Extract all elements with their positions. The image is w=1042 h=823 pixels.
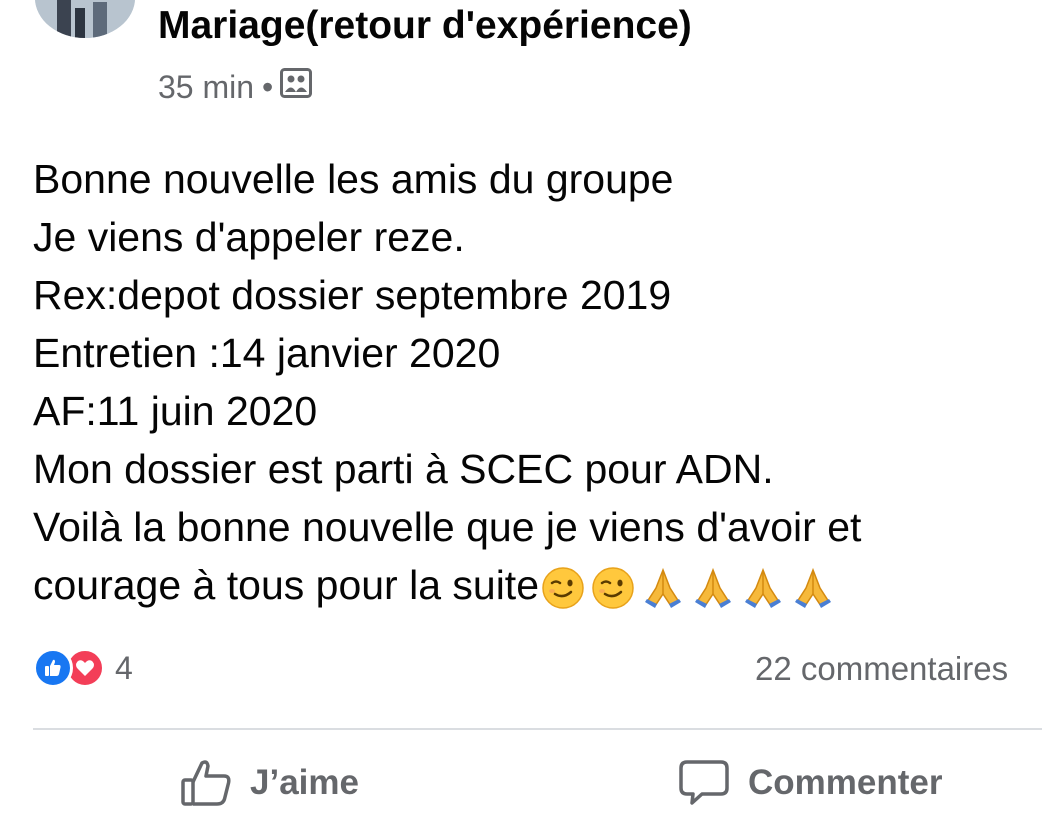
comments-count-link[interactable]: 22 commentaires <box>755 650 1008 688</box>
folded-hands-emoji-icon <box>695 568 731 609</box>
post-text-line: Je viens d'appeler reze. <box>33 214 465 260</box>
folded-hands-emoji-icon <box>795 568 831 609</box>
post-text-line: Bonne nouvelle les amis du groupe <box>33 156 674 202</box>
comment-label: Commenter <box>748 763 943 802</box>
action-divider <box>33 728 1042 730</box>
comment-bubble-icon <box>679 760 729 805</box>
folded-hands-emoji-icon <box>745 568 781 609</box>
post-text-line: Entretien :14 janvier 2020 <box>33 330 501 376</box>
reaction-count: 4 <box>115 649 133 686</box>
group-privacy-icon <box>280 68 313 106</box>
post-text-line: AF:11 juin 2020 <box>33 388 318 434</box>
post-text-last-line: courage à tous pour la suite <box>33 556 1033 614</box>
post-text-line: Voilà la bonne nouvelle que je viens d'a… <box>33 504 862 550</box>
winking-face-emoji-icon <box>542 567 584 609</box>
thumbs-up-icon <box>181 760 231 806</box>
meta-separator: • <box>262 68 274 105</box>
folded-hands-emoji-icon <box>645 568 681 609</box>
post-text-line: Mon dossier est parti à SCEC pour ADN. <box>33 446 774 492</box>
post-text-line: courage à tous pour la suite <box>33 562 539 608</box>
post-text-line: Rex:depot dossier septembre 2019 <box>33 272 672 318</box>
post-body: Bonne nouvelle les amis du groupe Je vie… <box>33 150 1033 614</box>
post-meta: 35 min • <box>158 68 313 106</box>
like-reaction-icon <box>33 648 73 688</box>
reactions-summary[interactable]: 4 <box>33 648 133 688</box>
comment-button[interactable]: Commenter <box>678 758 942 808</box>
emoji-row <box>541 566 835 610</box>
winking-face-emoji-icon <box>592 567 634 609</box>
like-button[interactable]: J’aime <box>180 758 359 808</box>
group-title[interactable]: Mariage(retour d'expérience) <box>158 4 692 48</box>
post-time[interactable]: 35 min <box>158 69 254 106</box>
like-label: J’aime <box>250 763 359 802</box>
group-avatar[interactable] <box>35 0 135 38</box>
